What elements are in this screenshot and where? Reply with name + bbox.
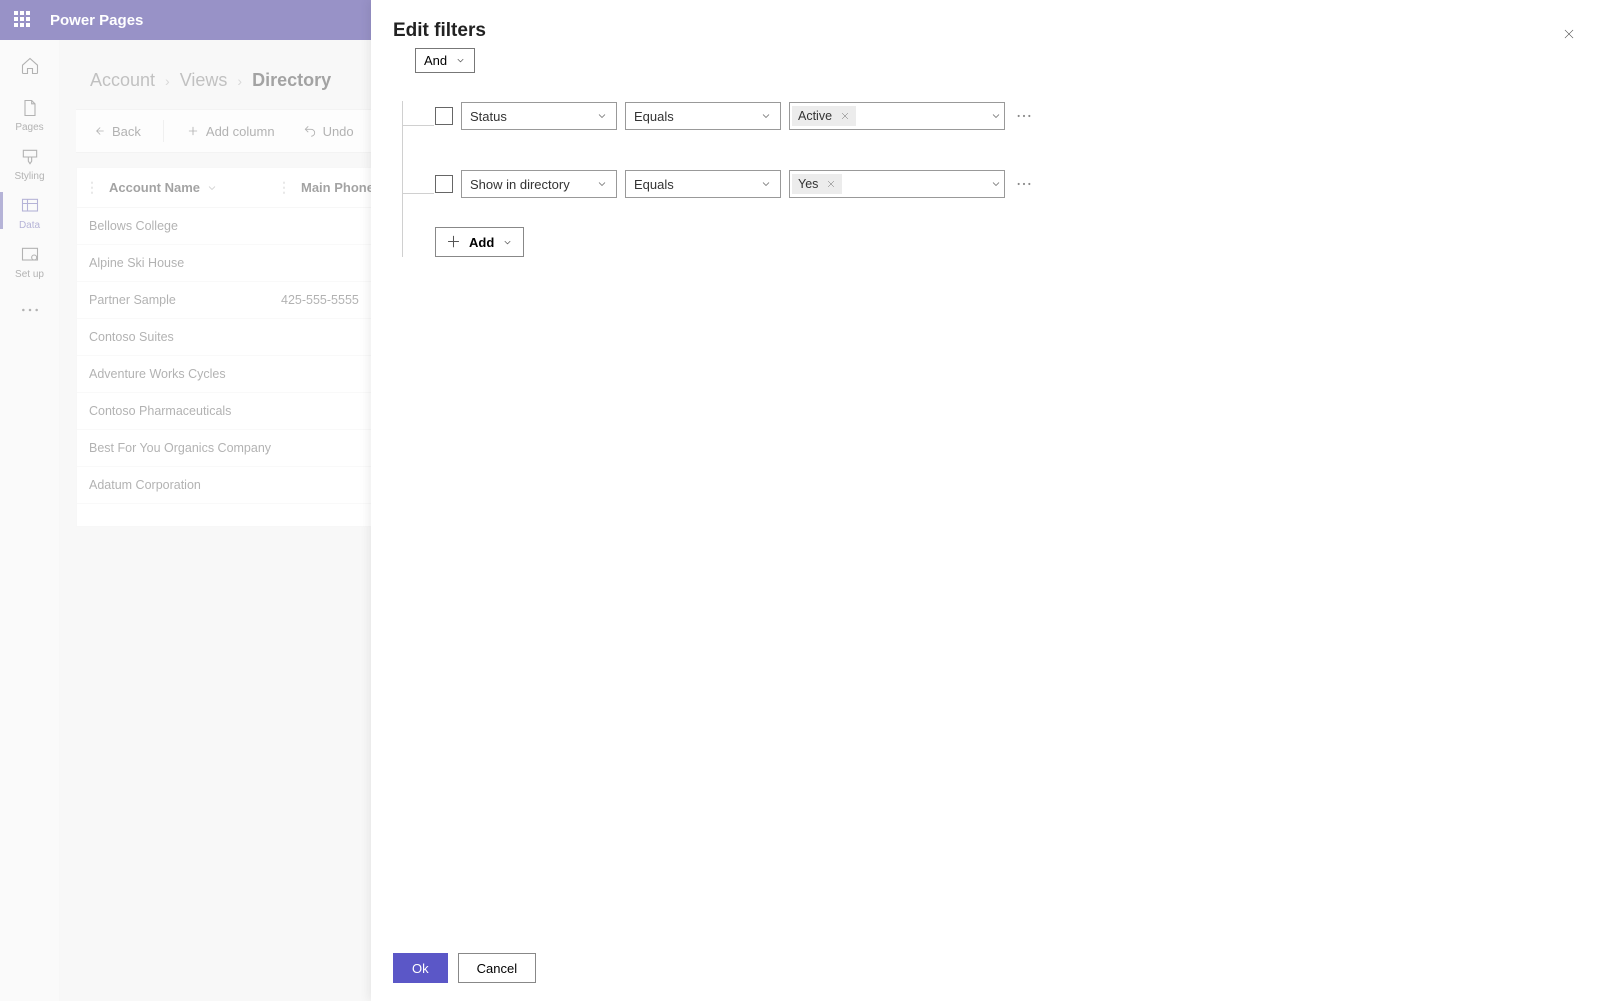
close-button[interactable] xyxy=(1555,20,1583,48)
chevron-down-icon xyxy=(760,110,772,122)
ellipsis-icon xyxy=(1016,114,1032,118)
filter-field-select[interactable]: Status xyxy=(461,102,617,130)
chevron-down-icon xyxy=(455,55,466,66)
filter-row: Status Equals Active xyxy=(393,101,1587,131)
chevron-down-icon xyxy=(596,178,608,190)
filter-row-more[interactable] xyxy=(1013,114,1035,118)
plus-icon: ＋ xyxy=(446,235,461,250)
edit-filters-panel: Edit filters And Status Equals Active Show … xyxy=(371,0,1609,1001)
group-operator-select[interactable]: And xyxy=(415,48,475,73)
app-title: Power Pages xyxy=(50,12,143,29)
chevron-down-icon xyxy=(990,178,1002,190)
tree-connector xyxy=(402,125,434,126)
chevron-down-icon xyxy=(502,237,513,248)
filter-row-checkbox[interactable] xyxy=(435,107,453,125)
chevron-down-icon xyxy=(990,110,1002,122)
filter-field-select[interactable]: Show in directory xyxy=(461,170,617,198)
add-label: Add xyxy=(469,235,494,250)
ellipsis-icon xyxy=(1016,182,1032,186)
filter-operator-select[interactable]: Equals xyxy=(625,170,781,198)
ok-button[interactable]: Ok xyxy=(393,953,448,983)
filter-value-select[interactable]: Active xyxy=(789,102,1005,130)
group-operator-label: And xyxy=(424,53,447,68)
close-icon xyxy=(1562,27,1576,41)
app-launcher-icon[interactable] xyxy=(14,11,32,29)
filter-row-more[interactable] xyxy=(1013,182,1035,186)
tree-connector xyxy=(402,193,434,194)
filter-row: Show in directory Equals Yes xyxy=(393,169,1587,199)
add-filter-button[interactable]: ＋ Add xyxy=(435,227,524,257)
chevron-down-icon xyxy=(760,178,772,190)
filter-row-checkbox[interactable] xyxy=(435,175,453,193)
cancel-button[interactable]: Cancel xyxy=(458,953,536,983)
filter-tree: Status Equals Active Show in directory Equal… xyxy=(393,101,1587,257)
filter-value-select[interactable]: Yes xyxy=(789,170,1005,198)
value-tag[interactable]: Active xyxy=(792,106,856,126)
value-tag[interactable]: Yes xyxy=(792,174,842,194)
panel-title: Edit filters xyxy=(393,20,486,42)
chevron-down-icon xyxy=(596,110,608,122)
filter-operator-select[interactable]: Equals xyxy=(625,102,781,130)
close-icon[interactable] xyxy=(826,179,836,189)
close-icon[interactable] xyxy=(840,111,850,121)
panel-footer: Ok Cancel xyxy=(371,935,1609,1001)
